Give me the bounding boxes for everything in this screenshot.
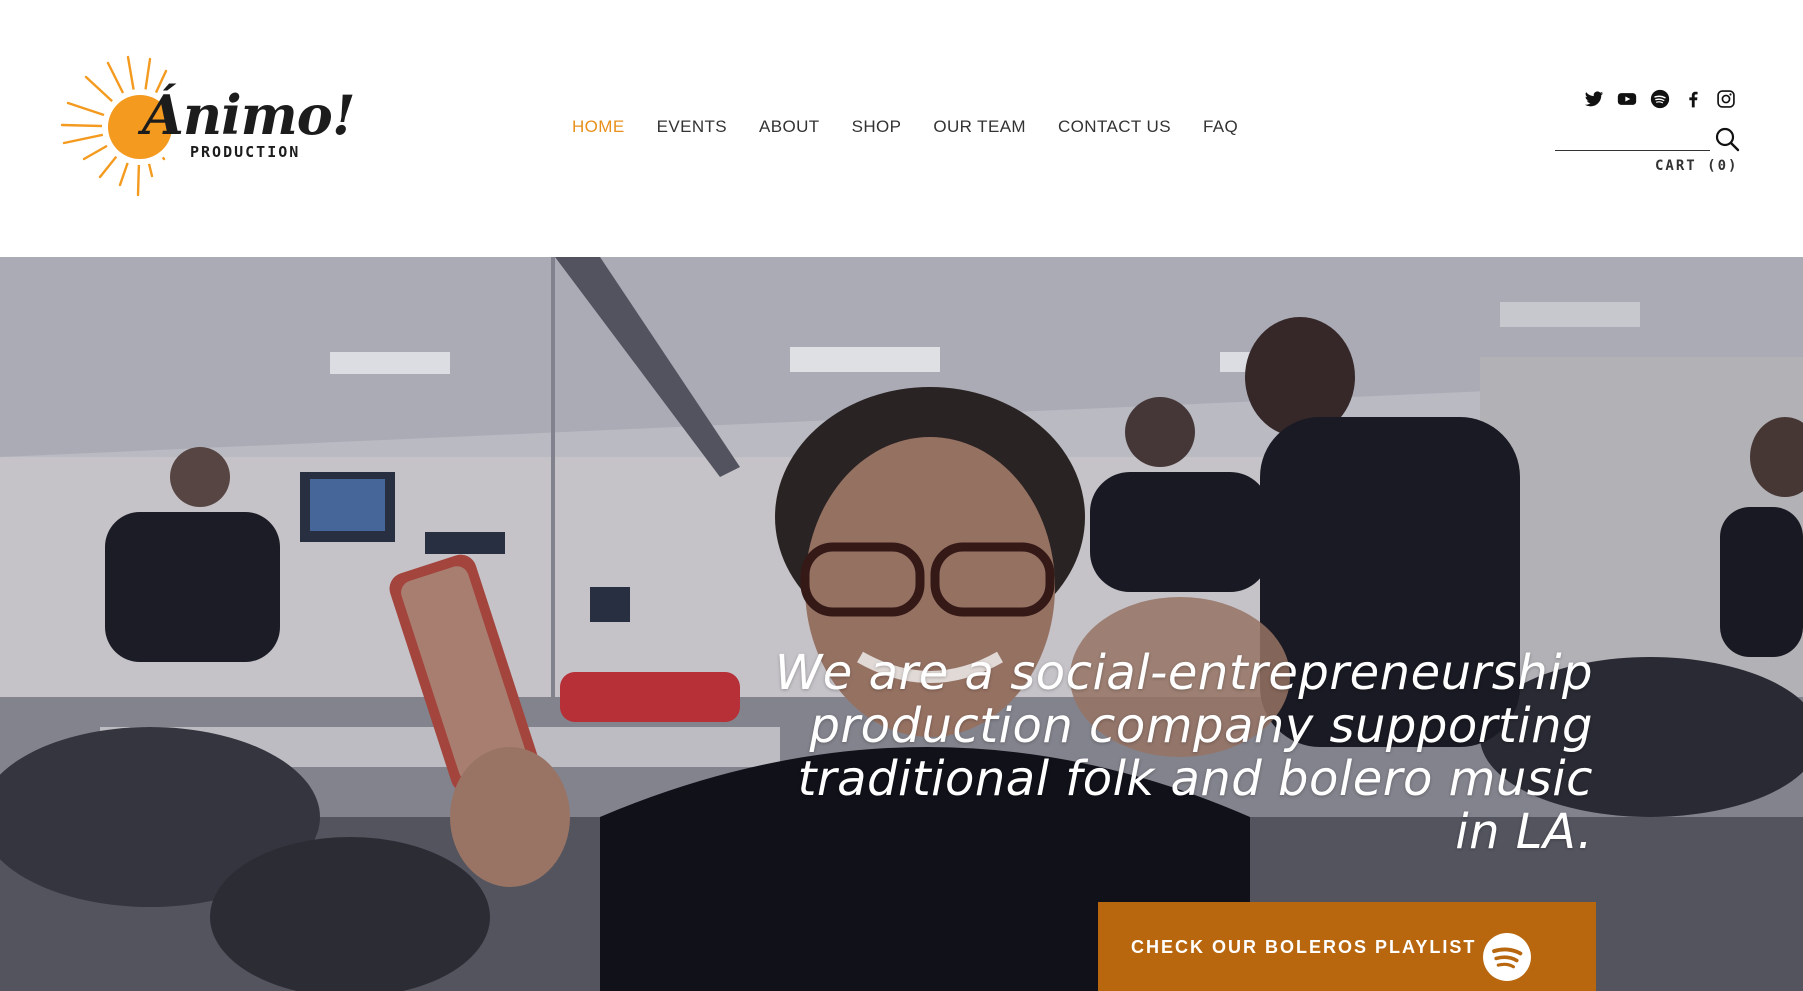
hero-tagline-line-4: in LA.	[1455, 804, 1593, 860]
hero-tagline-line-3: traditional folk and bolero music	[797, 751, 1593, 807]
search-icon[interactable]	[1714, 126, 1740, 152]
hero-section: We are a social-entrepreneurship product…	[0, 257, 1803, 991]
social-links	[1584, 89, 1736, 109]
search-input[interactable]	[1555, 126, 1710, 150]
nav-item-about[interactable]: ABOUT	[759, 117, 820, 137]
brand-logo[interactable]: Ánimo! PRODUCTION	[60, 55, 356, 200]
boleros-playlist-label: CHECK OUR BOLEROS PLAYLIST	[1131, 937, 1477, 957]
nav-item-faq[interactable]: FAQ	[1203, 117, 1238, 137]
instagram-icon[interactable]	[1716, 89, 1736, 109]
site-header: Ánimo! PRODUCTION HOME EVENTS ABOUT SHOP…	[0, 0, 1803, 257]
spotify-icon	[1482, 932, 1532, 982]
logo-wordmark: Ánimo!	[142, 83, 356, 147]
hero-tagline-line-1: We are a social-entrepreneurship	[774, 645, 1593, 701]
logo-subtitle: PRODUCTION	[190, 143, 301, 161]
nav-item-home[interactable]: HOME	[572, 117, 625, 137]
nav-item-shop[interactable]: SHOP	[852, 117, 902, 137]
hero-tagline-line-2: production company supporting	[809, 698, 1593, 754]
nav-item-contact-us[interactable]: CONTACT US	[1058, 117, 1171, 137]
nav-item-our-team[interactable]: OUR TEAM	[933, 117, 1026, 137]
boleros-playlist-button[interactable]: CHECK OUR BOLEROS PLAYLIST	[1098, 902, 1596, 991]
nav-item-events[interactable]: EVENTS	[657, 117, 727, 137]
search-underline	[1555, 150, 1710, 151]
youtube-icon[interactable]	[1617, 89, 1637, 109]
hero-background-image	[0, 257, 1803, 991]
hero-tagline: We are a social-entrepreneurship product…	[693, 647, 1593, 859]
twitter-icon[interactable]	[1584, 89, 1604, 109]
facebook-icon[interactable]	[1683, 89, 1703, 109]
cart-link[interactable]: CART (0)	[1655, 158, 1738, 174]
spotify-icon[interactable]	[1650, 89, 1670, 109]
main-nav: HOME EVENTS ABOUT SHOP OUR TEAM CONTACT …	[572, 117, 1238, 137]
